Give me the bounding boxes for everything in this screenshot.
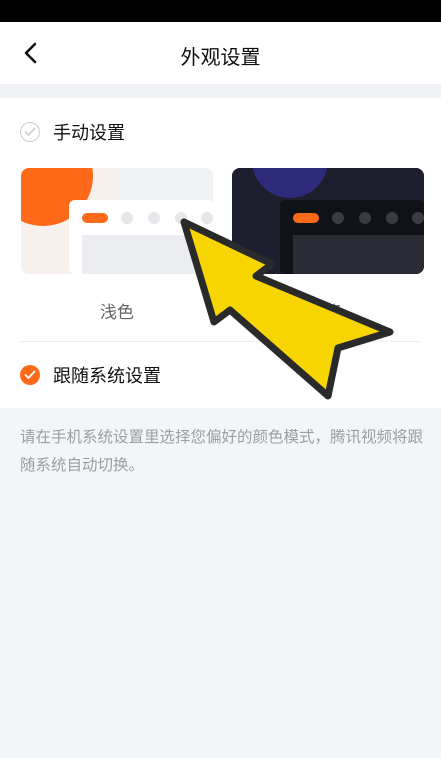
manual-radio[interactable] xyxy=(20,122,40,142)
follow-system-radio[interactable] xyxy=(20,365,40,385)
check-icon xyxy=(24,127,36,136)
check-icon xyxy=(24,370,36,379)
light-theme-preview xyxy=(21,168,213,274)
status-bar xyxy=(0,0,441,22)
follow-system-description: 请在手机系统设置里选择您偏好的颜色模式，腾讯视频将跟随系统自动切换。 xyxy=(20,428,424,474)
manual-setting-option[interactable]: 手动设置 xyxy=(20,119,125,145)
follow-system-option[interactable]: 跟随系统设置 xyxy=(20,362,161,388)
section-gap xyxy=(0,84,441,98)
page-title: 外观设置 xyxy=(180,45,261,69)
light-theme-label: 浅色 xyxy=(100,303,134,323)
navigation-bar: 外观设置 xyxy=(0,22,441,84)
light-theme-thumbnail[interactable] xyxy=(21,168,213,274)
manual-setting-label: 手动设置 xyxy=(53,123,125,144)
divider xyxy=(20,341,420,342)
dark-theme-label: 深色 xyxy=(311,303,345,323)
dark-theme-preview xyxy=(232,168,424,274)
follow-system-label: 跟随系统设置 xyxy=(53,366,161,387)
dark-theme-thumbnail[interactable] xyxy=(232,168,424,274)
appearance-card: 手动设置 浅色 深色 跟随系统设置 xyxy=(0,98,441,408)
